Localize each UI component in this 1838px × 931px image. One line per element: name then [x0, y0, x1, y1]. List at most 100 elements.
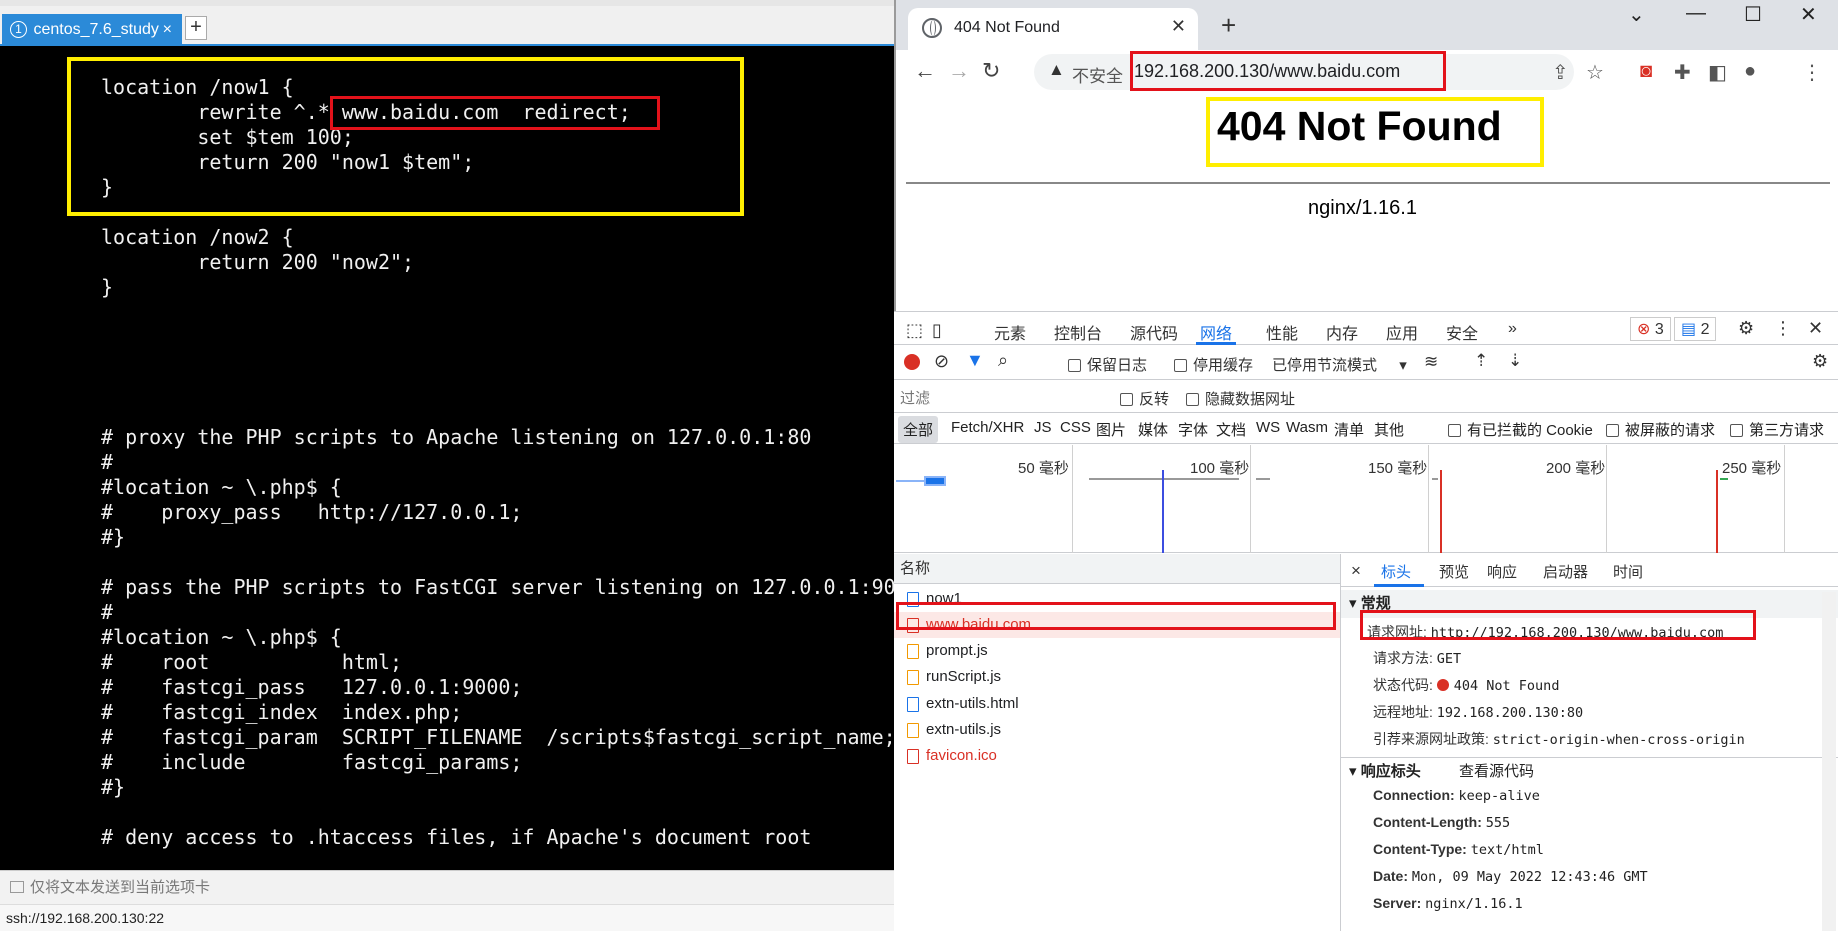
- tab-timing[interactable]: 时间: [1613, 561, 1643, 582]
- profile-avatar-icon[interactable]: ●: [1744, 60, 1756, 83]
- puzzle-icon[interactable]: ✚: [1674, 60, 1691, 85]
- maximize-icon[interactable]: ☐: [1744, 2, 1762, 27]
- minimize-icon[interactable]: —: [1686, 2, 1706, 25]
- filter-funnel-icon[interactable]: ▼: [966, 350, 984, 371]
- tab-search-icon[interactable]: ⌄: [1628, 2, 1645, 27]
- code-line: # proxy the PHP scripts to Apache listen…: [101, 425, 812, 449]
- tab-initiator[interactable]: 启动器: [1543, 561, 1588, 582]
- terminal-session-tab[interactable]: 1 centos_7.6_study ×: [2, 14, 182, 46]
- reload-icon[interactable]: ↻: [982, 58, 1000, 84]
- tab-response[interactable]: 响应: [1487, 561, 1517, 582]
- tab-preview[interactable]: 预览: [1439, 561, 1469, 582]
- type-wasm[interactable]: Wasm: [1286, 419, 1328, 436]
- request-row[interactable]: favicon.ico: [894, 743, 1340, 769]
- record-icon[interactable]: [904, 354, 920, 370]
- type-img[interactable]: 图片: [1096, 419, 1126, 440]
- tab-sources[interactable]: 源代码: [1130, 320, 1178, 344]
- timeline-label: 50 毫秒: [1018, 460, 1069, 477]
- terminal-tab-bar: 1 centos_7.6_study × +: [0, 0, 894, 46]
- third-party-checkbox[interactable]: 第三方请求: [1730, 419, 1824, 440]
- tab-headers[interactable]: 标头: [1381, 561, 1411, 582]
- close-tab-icon[interactable]: ✕: [1171, 16, 1186, 37]
- error-count-badge[interactable]: ⊗ 3: [1630, 317, 1671, 341]
- send-text-bar[interactable]: 仅将文本发送到当前选项卡: [0, 870, 894, 904]
- blocked-requests-checkbox[interactable]: 被屏蔽的请求: [1606, 419, 1715, 440]
- type-doc[interactable]: 文档: [1216, 419, 1246, 440]
- forward-icon[interactable]: →: [948, 58, 970, 84]
- request-row[interactable]: extn-utils.js: [894, 717, 1340, 743]
- name-column-header[interactable]: 名称: [894, 554, 1340, 584]
- request-row[interactable]: runScript.js: [894, 664, 1340, 690]
- request-name: runScript.js: [926, 668, 1002, 685]
- insecure-label[interactable]: 不安全: [1072, 62, 1123, 87]
- timeline-label: 150 毫秒: [1368, 460, 1428, 477]
- code-line: location /now2 {: [101, 225, 294, 249]
- extension-red-icon[interactable]: ◙: [1640, 60, 1652, 83]
- import-har-icon[interactable]: ⇡: [1474, 351, 1488, 371]
- view-source-link[interactable]: 查看源代码: [1459, 758, 1534, 786]
- script-icon: [907, 723, 919, 738]
- type-ws[interactable]: WS: [1256, 419, 1280, 436]
- export-har-icon[interactable]: ⇣: [1508, 351, 1522, 371]
- search-icon[interactable]: ⌕: [998, 350, 1008, 371]
- blocked-cookies-checkbox[interactable]: 有已拦截的 Cookie: [1448, 419, 1593, 440]
- browser-tab[interactable]: 404 Not Found ✕: [908, 8, 1198, 50]
- settings-gear-icon[interactable]: ⚙: [1738, 318, 1754, 339]
- menu-dots-icon[interactable]: ⋮: [1802, 60, 1822, 85]
- bookmark-star-icon[interactable]: ☆: [1586, 60, 1604, 85]
- request-row[interactable]: prompt.js: [894, 638, 1340, 664]
- devtools-menu-icon[interactable]: ⋮: [1774, 318, 1792, 339]
- new-session-button[interactable]: +: [185, 16, 207, 40]
- tab-application[interactable]: 应用: [1386, 320, 1418, 344]
- clear-icon[interactable]: ⊘: [934, 351, 949, 372]
- throttling-select[interactable]: 已停用节流模式 ▾: [1272, 354, 1407, 375]
- close-devtools-icon[interactable]: ✕: [1808, 318, 1823, 339]
- details-scrollbar[interactable]: [1822, 592, 1836, 931]
- network-settings-icon[interactable]: ⚙: [1812, 351, 1828, 372]
- type-media[interactable]: 媒体: [1138, 419, 1168, 440]
- type-fetch-xhr[interactable]: Fetch/XHR: [951, 419, 1024, 436]
- inspect-icon[interactable]: ⬚: [906, 320, 923, 341]
- new-tab-button[interactable]: +: [1221, 10, 1236, 41]
- disable-cache-checkbox[interactable]: 停用缓存: [1174, 354, 1253, 375]
- close-details-icon[interactable]: ×: [1351, 561, 1361, 581]
- request-row[interactable]: extn-utils.html: [894, 691, 1340, 717]
- send-bar-icon: [10, 881, 24, 893]
- tab-memory[interactable]: 内存: [1326, 320, 1358, 344]
- code-line: # proxy_pass http://127.0.0.1;: [101, 500, 523, 524]
- code-line: #}: [101, 525, 126, 549]
- response-headers-section-header[interactable]: ▾ 响应标头 查看源代码: [1341, 757, 1838, 785]
- side-panel-icon[interactable]: ◧: [1708, 60, 1727, 85]
- close-tab-icon[interactable]: ×: [163, 14, 172, 46]
- header-value: keep-alive: [1458, 788, 1540, 804]
- request-method-label: 请求方法:: [1373, 650, 1433, 666]
- network-conditions-icon[interactable]: ≋: [1424, 352, 1438, 372]
- type-manifest[interactable]: 清单: [1334, 419, 1364, 440]
- type-font[interactable]: 字体: [1178, 419, 1208, 440]
- request-name: extn-utils.js: [926, 721, 1002, 738]
- close-window-icon[interactable]: ✕: [1800, 2, 1817, 27]
- device-toolbar-icon[interactable]: ▯: [932, 320, 942, 341]
- share-icon[interactable]: ⇪: [1552, 60, 1569, 85]
- hide-data-urls-checkbox[interactable]: 隐藏数据网址: [1186, 388, 1295, 409]
- back-icon[interactable]: ←: [914, 58, 936, 84]
- type-other[interactable]: 其他: [1374, 419, 1404, 440]
- more-tabs-icon[interactable]: »: [1508, 320, 1517, 338]
- preserve-log-checkbox[interactable]: 保留日志: [1068, 354, 1147, 375]
- filter-input[interactable]: 过滤: [900, 387, 1100, 408]
- tab-network[interactable]: 网络: [1200, 320, 1232, 344]
- terminal-top-strip: [0, 0, 894, 6]
- tab-security[interactable]: 安全: [1446, 320, 1478, 344]
- type-js[interactable]: JS: [1034, 419, 1052, 436]
- network-timeline-overview[interactable]: 50 毫秒 100 毫秒 150 毫秒 200 毫秒 250 毫秒: [894, 445, 1838, 553]
- warning-icon: ▲: [1048, 60, 1065, 79]
- tab-performance[interactable]: 性能: [1266, 320, 1298, 344]
- type-css[interactable]: CSS: [1060, 419, 1091, 436]
- timeline-label: 100 毫秒: [1190, 460, 1250, 477]
- chevron-down-icon: ▾: [1399, 357, 1407, 374]
- invert-checkbox[interactable]: 反转: [1120, 388, 1169, 409]
- tab-console[interactable]: 控制台: [1054, 320, 1102, 344]
- tab-elements[interactable]: 元素: [994, 320, 1026, 344]
- type-all[interactable]: 全部: [898, 416, 939, 443]
- message-count-badge[interactable]: ▤ 2: [1674, 317, 1717, 341]
